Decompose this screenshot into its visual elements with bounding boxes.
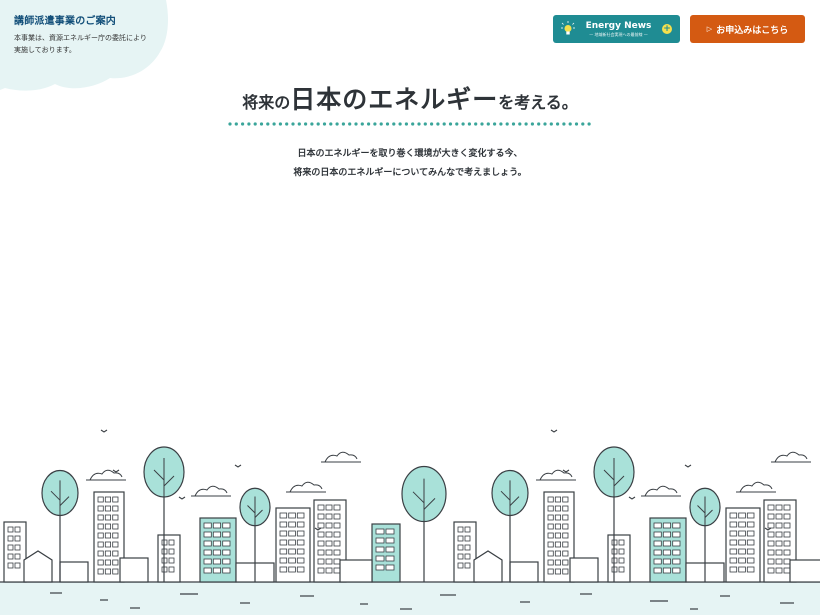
program-description: 本事業は、資源エネルギー庁の委託により 実施しております。 — [14, 32, 174, 56]
headline-part1: 将来の — [242, 93, 291, 112]
energy-news-title: Energy News — [585, 20, 652, 31]
lead-line2: 将来の日本のエネルギーについてみんなで考えましょう。 — [293, 168, 527, 178]
energy-news-label: Energy News — 地域新社会実現への最前線 — — [575, 20, 662, 37]
program-title: 講師派遣事業のご案内 — [14, 16, 116, 27]
program-desc-line1: 本事業は、資源エネルギー庁の委託により — [14, 34, 147, 42]
city-skyline-illustration — [0, 429, 820, 615]
energy-news-button[interactable]: Energy News — 地域新社会実現への最前線 — + — [553, 15, 680, 43]
lead-text: 日本のエネルギーを取り巻く環境が大きく変化する今、 将来の日本のエネルギーについ… — [0, 145, 820, 183]
apply-button[interactable]: ▷ お申込みはこちら — [690, 15, 805, 43]
lead-line1: 日本のエネルギーを取り巻く環境が大きく変化する今、 — [297, 149, 523, 159]
play-icon: ▷ — [706, 25, 713, 33]
page-headline: 将来の日本のエネルギーを考える。 — [0, 80, 820, 116]
program-desc-line2: 実施しております。 — [14, 46, 76, 54]
headline-part3: を考える。 — [498, 93, 578, 112]
dotted-divider — [228, 122, 591, 126]
energy-news-subtitle: — 地域新社会実現への最前線 — — [589, 31, 648, 37]
lightbulb-icon — [561, 21, 575, 35]
apply-button-label: お申込みはこちら — [716, 25, 789, 36]
program-info: 講師派遣事業のご案内 本事業は、資源エネルギー庁の委託により 実施しております。 — [14, 12, 174, 56]
plus-icon: + — [662, 24, 672, 34]
headline-part2: 日本のエネルギー — [290, 85, 499, 114]
